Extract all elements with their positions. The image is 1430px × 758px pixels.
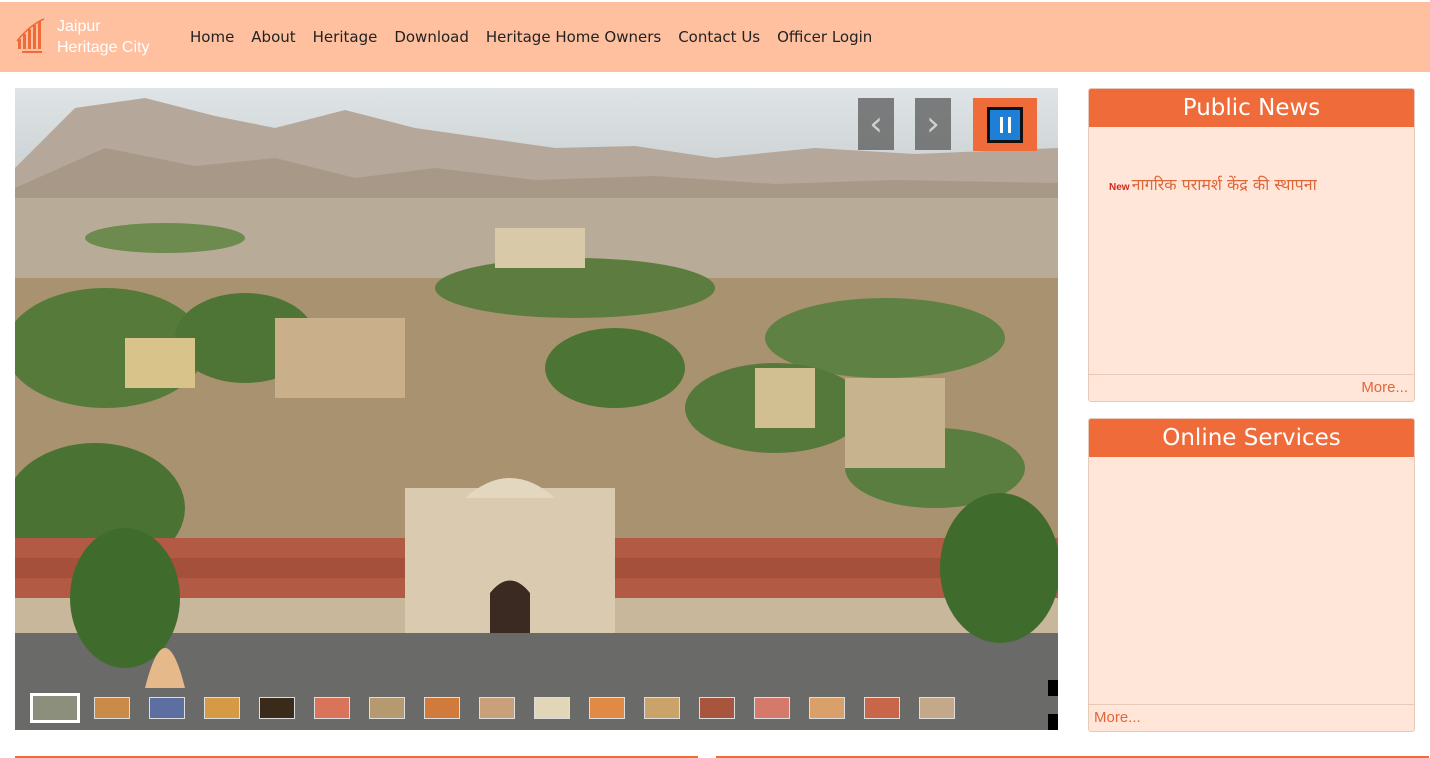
nav-item-about[interactable]: About (251, 28, 295, 46)
slider-next-button[interactable]: › (915, 98, 951, 150)
slide-thumbnail-9[interactable] (479, 697, 515, 719)
slide-thumbnail-7[interactable] (369, 697, 405, 719)
chevron-left-icon: ‹ (869, 104, 883, 144)
public-news-more-link[interactable]: More... (1361, 379, 1408, 396)
slide-thumbnail-2[interactable] (94, 697, 130, 719)
brand-line-2: Heritage City (57, 39, 150, 56)
slide-thumbnail-17[interactable] (919, 697, 955, 719)
slider-thumbnails (30, 692, 955, 724)
nav-item-heritage-home-owners[interactable]: Heritage Home Owners (486, 28, 661, 46)
slider-prev-button[interactable]: ‹ (858, 98, 894, 150)
slide-thumbnail-4[interactable] (204, 697, 240, 719)
slide-thumbnail-13[interactable] (699, 697, 735, 719)
slide-thumbnail-11[interactable] (589, 697, 625, 719)
slide-thumbnail-15[interactable] (809, 697, 845, 719)
brand-line-1: Jaipur (57, 18, 101, 35)
slider-edge-marker (1048, 680, 1058, 696)
nav-menu: Home About Heritage Download Heritage Ho… (190, 28, 889, 46)
slider-edge-marker (1048, 714, 1058, 730)
nav-item-officer-login[interactable]: Officer Login (777, 28, 872, 46)
slide-thumbnail-3[interactable] (149, 697, 185, 719)
public-news-panel: Public News New नागरिक परामर्श केंद्र की… (1088, 88, 1415, 402)
slide-thumbnail-6[interactable] (314, 697, 350, 719)
slide-image-aerial-city (15, 88, 1058, 730)
nav-item-heritage[interactable]: Heritage (313, 28, 378, 46)
slide-thumbnail-8[interactable] (424, 697, 460, 719)
slide-thumbnail-14[interactable] (754, 697, 790, 719)
public-news-title: Public News (1089, 89, 1414, 127)
online-services-panel: Online Services More... (1088, 418, 1415, 732)
top-navbar: Jaipur Heritage City Home About Heritage… (0, 2, 1430, 72)
nav-item-home[interactable]: Home (190, 28, 234, 46)
slide-thumbnail-1[interactable] (30, 693, 80, 723)
online-services-more-link[interactable]: More... (1094, 709, 1141, 726)
slide-thumbnail-12[interactable] (644, 697, 680, 719)
nav-item-download[interactable]: Download (394, 28, 469, 46)
slide-thumbnail-5[interactable] (259, 697, 295, 719)
slide-thumbnail-16[interactable] (864, 697, 900, 719)
news-item-text[interactable]: नागरिक परामर्श केंद्र की स्थापना (1132, 173, 1317, 195)
online-services-title: Online Services (1089, 419, 1414, 457)
image-slider: ‹ › (15, 88, 1058, 730)
new-badge: New (1109, 182, 1130, 193)
slide-thumbnail-10[interactable] (534, 697, 570, 719)
brand-logo[interactable]: Jaipur Heritage City (16, 16, 190, 58)
slider-pause-button[interactable] (973, 98, 1037, 151)
news-item[interactable]: New नागरिक परामर्श केंद्र की स्थापना (1109, 173, 1317, 195)
nav-item-contact-us[interactable]: Contact Us (678, 28, 760, 46)
logo-icon (16, 18, 45, 53)
online-services-footer: More... (1089, 704, 1414, 731)
public-news-footer: More... (1089, 374, 1414, 401)
chevron-right-icon: › (926, 104, 940, 144)
pause-icon (987, 106, 1023, 143)
